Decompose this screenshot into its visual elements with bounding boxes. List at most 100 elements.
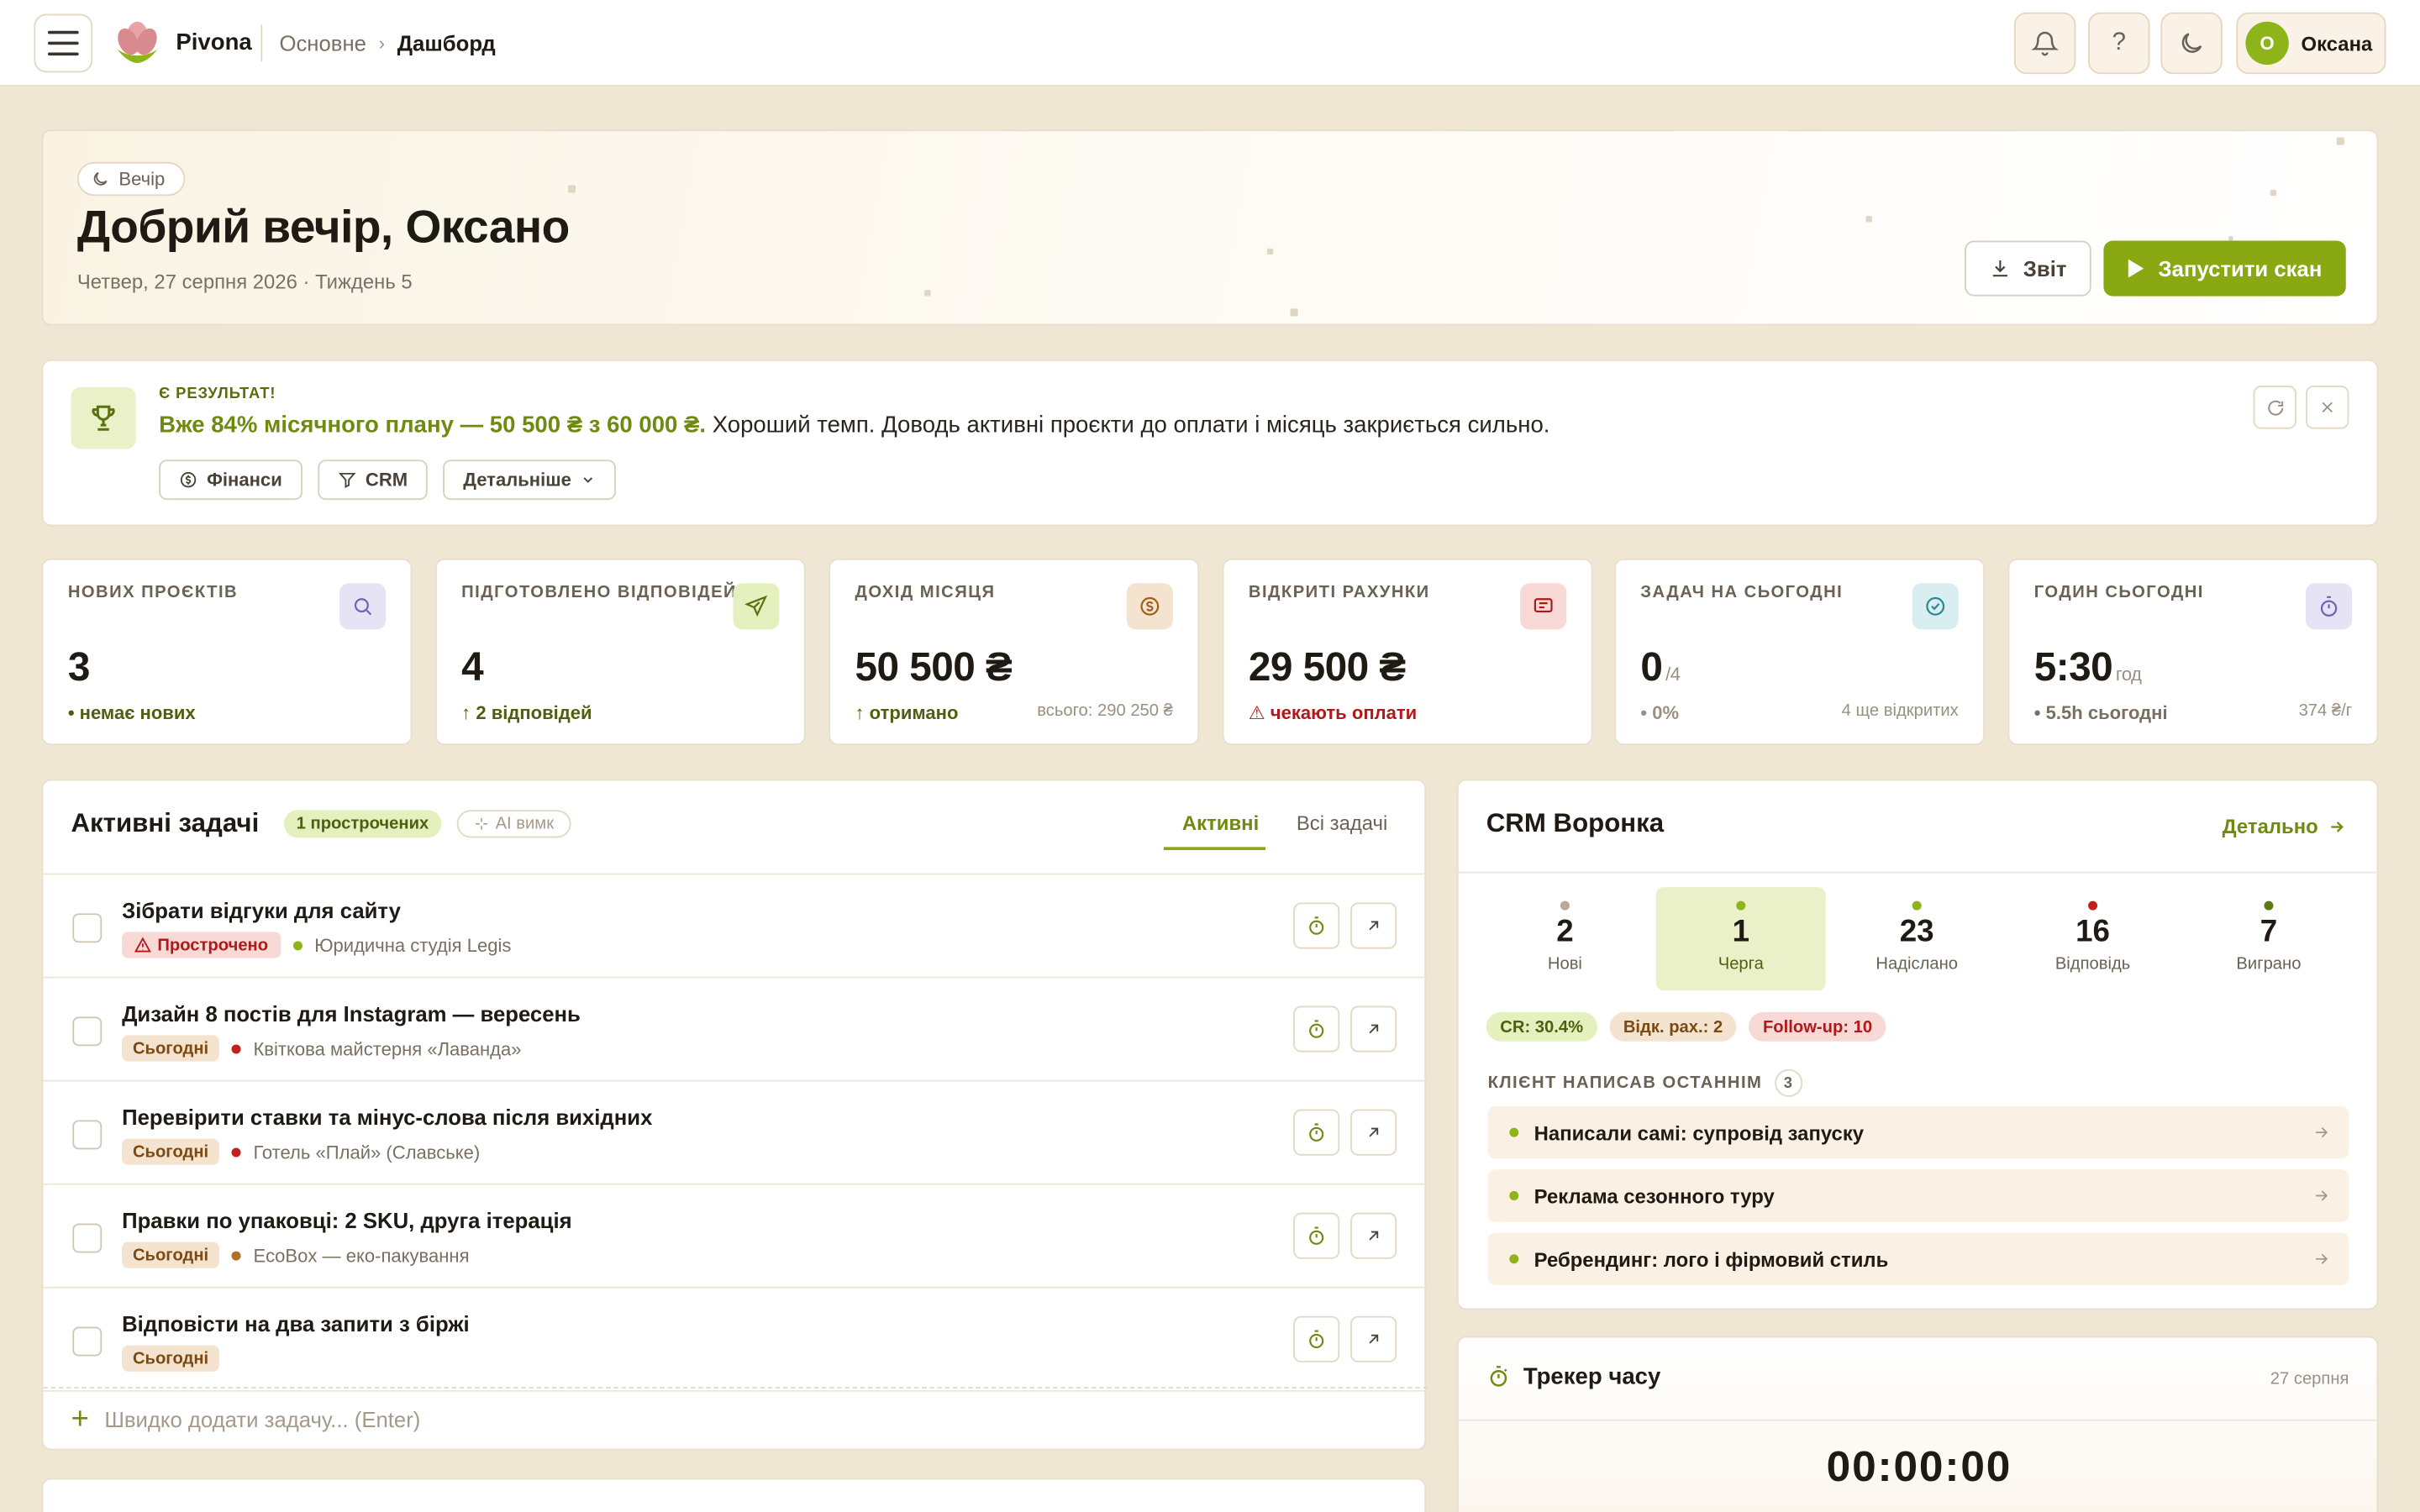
lead-title: Написали самі: супровід запуску (1534, 1121, 1865, 1144)
run-scan-button[interactable]: Запустити скан (2103, 240, 2346, 297)
task-row[interactable]: Відповісти на два запити з біржі Сьогодн… (43, 1289, 1428, 1392)
user-menu-button[interactable]: О Оксана (2236, 12, 2386, 75)
top-bar: Pivona Основне › Дашборд ? О Оксана (0, 0, 2420, 87)
task-checkbox[interactable] (72, 1223, 103, 1253)
task-checkbox[interactable] (72, 913, 103, 943)
refresh-icon (2267, 399, 2283, 415)
app-root: Pivona Основне › Дашборд ? О Оксана Вечі… (0, 0, 2420, 1512)
client-color-dot (292, 940, 302, 950)
crm-button[interactable]: CRM (317, 459, 428, 501)
result-message: Вже 84% місячного плану — 50 500 ₴ з 60 … (159, 412, 1549, 438)
tab-all-tasks[interactable]: Всі задачі (1297, 811, 1387, 835)
lead-dot (1509, 1254, 1519, 1264)
task-row[interactable]: Перевірити ставки та мінус-слова після в… (43, 1082, 1428, 1185)
task-row[interactable]: Дизайн 8 постів для Instagram — вересень… (43, 978, 1428, 1082)
task-title[interactable]: Зібрати відгуки для сайту (122, 898, 401, 922)
play-icon (2128, 259, 2145, 278)
report-button[interactable]: Звіт (1965, 240, 2091, 297)
current-date: Четвер, 27 серпня 2026 · Тиждень 5 (76, 270, 413, 293)
stat-card[interactable]: НОВИХ ПРОЄКТІВ 3 • немає нових (41, 558, 413, 746)
lead-item[interactable]: Написали самі: супровід запуску (1487, 1105, 2349, 1159)
start-timer-button[interactable] (1293, 1315, 1340, 1362)
status-badge: Сьогодні (122, 1242, 220, 1268)
task-checkbox[interactable] (72, 1016, 103, 1047)
stat-value: 3 (68, 643, 93, 691)
open-task-button[interactable] (1350, 1005, 1397, 1053)
peony-logo-icon (117, 21, 158, 64)
task-client: Юридична студія Legis (314, 934, 512, 956)
status-badge: Сьогодні (122, 1035, 220, 1062)
stat-card[interactable]: ВІДКРИТІ РАХУНКИ 29 500 ₴ ⚠ чекають опла… (1222, 558, 1593, 746)
send-icon (733, 583, 780, 630)
task-title[interactable]: Дизайн 8 постів для Instagram — вересень (122, 1001, 581, 1026)
task-meta: Прострочено Юридична студія Legis (122, 932, 511, 958)
stat-secondary: 4 ще відкритих (1841, 701, 1959, 721)
breadcrumb-item-main[interactable]: Основне (279, 31, 366, 55)
logo[interactable]: Pivona (111, 15, 252, 67)
task-meta: Сьогодні Квіткова майстерня «Лаванда» (122, 1035, 522, 1062)
funnel-stage[interactable]: 7 Виграно (2184, 887, 2354, 990)
stat-card[interactable]: ГОДИН СЬОГОДНІ 5:30 год • 5.5h сьогодні 3… (2007, 558, 2379, 746)
arrow-up-right-icon (1369, 921, 1379, 931)
stat-value: 29 500 ₴ (1249, 643, 1408, 691)
task-title[interactable]: Відповісти на два запити з біржі (122, 1311, 470, 1336)
stage-label: Нові (1547, 954, 1582, 974)
open-task-button[interactable] (1350, 1212, 1397, 1259)
stage-label: Черга (1718, 954, 1764, 974)
lead-item[interactable]: Ребрендинг: лого і фірмовий стиль (1487, 1232, 2349, 1285)
crm-details-link[interactable]: Детально (2223, 815, 2346, 837)
sparkle-icon (476, 817, 487, 830)
help-button[interactable]: ? (2088, 12, 2150, 75)
task-row[interactable]: Правки по упаковці: 2 SKU, друга ітераці… (43, 1185, 1428, 1289)
funnel-stage[interactable]: 1 Черга (1655, 887, 1826, 991)
stat-value-unit: год (2115, 663, 2142, 685)
divider (1458, 871, 2381, 874)
stat-label: ГОДИН СЬОГОДНІ (2033, 583, 2204, 602)
stat-trend: ⚠ чекають оплати (1248, 701, 1418, 724)
page-title: Добрий вечір, Оксано (76, 202, 570, 254)
ai-toggle-badge[interactable]: AI вимк (456, 810, 571, 838)
user-name: Оксана (2301, 31, 2373, 55)
quick-add-task-input[interactable]: + Швидко додати задачу... (Enter) (43, 1387, 1428, 1450)
open-task-button[interactable] (1350, 902, 1397, 949)
stat-secondary: 374 ₴/г (2298, 701, 2353, 721)
start-timer-button[interactable] (1293, 902, 1340, 949)
refresh-button[interactable] (2253, 386, 2297, 429)
warning-icon (134, 937, 151, 953)
stat-card[interactable]: ПІДГОТОВЛЕНО ВІДПОВІДЕЙ 4 ↑ 2 відповідей (434, 558, 806, 746)
stage-count: 7 (2260, 915, 2278, 949)
finance-button[interactable]: Фінанси (159, 459, 302, 501)
lead-dot (1509, 1127, 1519, 1137)
task-checkbox[interactable] (72, 1120, 103, 1150)
chevron-down-icon (583, 477, 593, 483)
result-label: Є РЕЗУЛЬТАТ! (159, 386, 276, 403)
task-checkbox[interactable] (72, 1326, 103, 1357)
funnel-stage[interactable]: 23 Надіслано (1832, 887, 2002, 990)
menu-button[interactable] (34, 13, 93, 73)
details-dropdown[interactable]: Детальніше (443, 459, 617, 501)
theme-toggle-button[interactable] (2160, 12, 2223, 75)
stage-dot (1560, 900, 1570, 911)
funnel-stage[interactable]: 2 Нові (1480, 887, 1649, 990)
trophy-icon (71, 387, 136, 449)
open-task-button[interactable] (1350, 1315, 1397, 1362)
notifications-button[interactable] (2013, 12, 2076, 75)
stat-card[interactable]: ДОХІД МІСЯЦЯ 50 500 ₴ ↑ отримано всього:… (829, 558, 1200, 746)
stage-label: Надіслано (1876, 954, 1958, 974)
start-timer-button[interactable] (1293, 1109, 1340, 1156)
tab-active[interactable]: Активні (1182, 811, 1259, 835)
task-title[interactable]: Перевірити ставки та мінус-слова після в… (122, 1105, 652, 1129)
status-badge: Прострочено (122, 932, 281, 958)
funnel-stage[interactable]: 16 Відповідь (2008, 887, 2178, 990)
stat-card[interactable]: ЗАДАЧ НА СЬОГОДНІ 0/4 • 0% 4 ще відкрити… (1614, 558, 1985, 746)
task-row[interactable]: Зібрати відгуки для сайту Прострочено Юри… (43, 874, 1428, 979)
stopwatch-icon (2306, 583, 2353, 630)
task-title[interactable]: Правки по упаковці: 2 SKU, друга ітераці… (122, 1208, 572, 1232)
close-button[interactable] (2306, 386, 2349, 429)
open-task-button[interactable] (1350, 1109, 1397, 1156)
lead-item[interactable]: Реклама сезонного туру (1487, 1169, 2349, 1222)
status-badge-label: Прострочено (157, 935, 269, 954)
start-timer-button[interactable] (1293, 1212, 1340, 1259)
start-timer-button[interactable] (1293, 1005, 1340, 1053)
stat-value: 0/4 (1640, 643, 1681, 691)
